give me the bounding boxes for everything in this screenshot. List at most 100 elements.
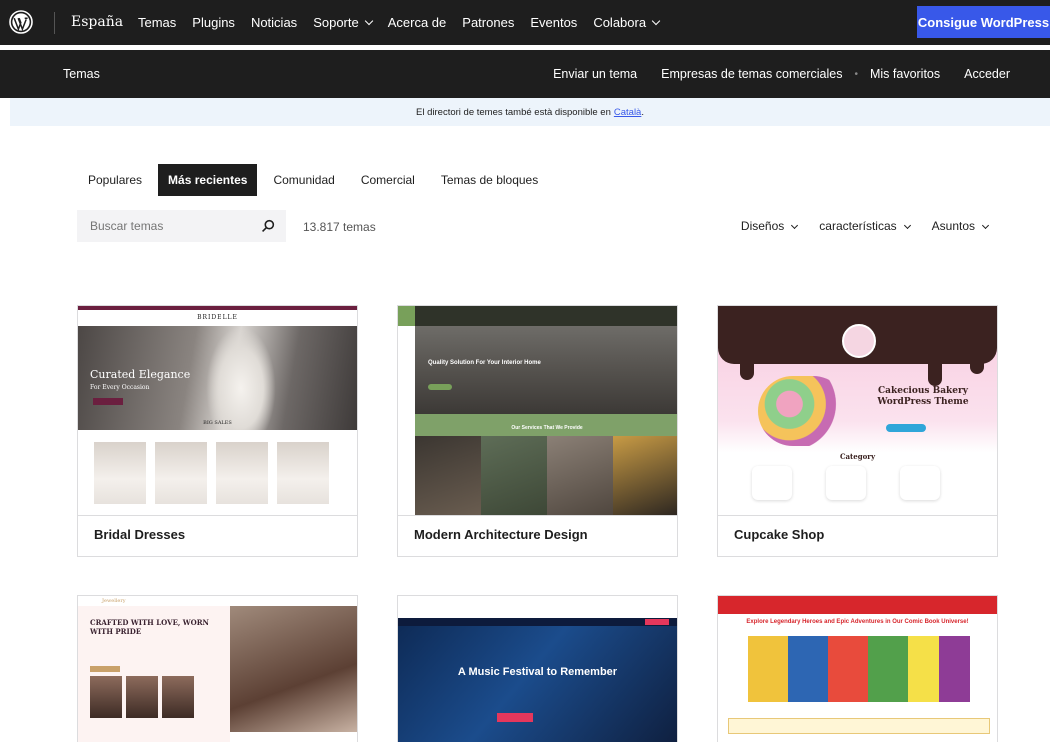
notice-text: El directori de temes també està disponi…: [416, 106, 611, 118]
chevron-down-icon: [981, 221, 990, 230]
tab-comunidad[interactable]: Comunidad: [263, 164, 344, 196]
login-link[interactable]: Acceder: [964, 67, 1010, 81]
theme-screenshot[interactable]: CRAFTED WITH LOVE, WORN WITH PRIDE Jewel…: [78, 596, 357, 742]
locale-notice: El directori de temes també està disponi…: [10, 98, 1050, 126]
local-nav: Temas Enviar un tema Empresas de temas c…: [0, 50, 1050, 98]
filter-asuntos[interactable]: Asuntos: [931, 219, 990, 233]
theme-count: 13.817 temas: [303, 220, 376, 234]
global-nav: Temas Plugins Noticias Soporte Acerca de…: [138, 15, 661, 30]
favorites-link[interactable]: Mis favoritos: [870, 67, 940, 81]
preview-nav: [398, 306, 677, 326]
theme-screenshot[interactable]: A Music Festival to Remember: [398, 596, 677, 742]
catala-link[interactable]: Català: [614, 107, 641, 118]
site-name[interactable]: España: [71, 14, 123, 30]
preview-band: Our Services That We Provide: [415, 414, 677, 436]
preview-section-title: BIG SALES: [203, 420, 232, 426]
filter-dropdowns: Diseños características Asuntos: [740, 219, 990, 233]
nav-item-eventos[interactable]: Eventos: [530, 15, 577, 30]
local-nav-links: Enviar un tema Empresas de temas comerci…: [553, 67, 1010, 81]
preview-drip: [740, 356, 754, 380]
preview-dress-image: [206, 326, 276, 430]
preview-headline: Quality Solution For Your Interior Home: [428, 360, 541, 366]
preview-header: [398, 596, 677, 618]
theme-card-jewellery[interactable]: CRAFTED WITH LOVE, WORN WITH PRIDE Jewel…: [77, 595, 358, 742]
theme-name[interactable]: Modern Architecture Design: [398, 516, 677, 556]
preview-headline: A Music Festival to Remember: [457, 666, 618, 678]
preview-subline: For Every Occasion: [90, 384, 150, 391]
tab-comercial[interactable]: Comercial: [351, 164, 425, 196]
preview-nav: Jewellery: [78, 596, 357, 606]
preview-hero: A Music Festival to Remember: [398, 626, 677, 742]
nav-item-colabora-label: Colabora: [593, 15, 647, 30]
theme-screenshot[interactable]: Explore Legendary Heroes and Epic Advent…: [718, 596, 997, 742]
preview-logo: [842, 324, 876, 358]
nav-item-plugins[interactable]: Plugins: [192, 15, 235, 30]
preview-section-title: Category: [839, 452, 876, 461]
theme-card-cupcake-shop[interactable]: Cakecious Bakery WordPress Theme Categor…: [717, 305, 998, 557]
nav-item-colabora[interactable]: Colabora: [593, 15, 661, 30]
chevron-down-icon: [364, 16, 373, 26]
separator-dot-icon: •: [854, 68, 858, 80]
preview-macarons-image: [758, 376, 848, 446]
theme-card-bridal-dresses[interactable]: BRIDELLE Curated Elegance For Every Occa…: [77, 305, 358, 557]
preview-category-items: [752, 466, 940, 500]
filter-caracteristicas-label: características: [819, 219, 897, 233]
filter-disenos[interactable]: Diseños: [740, 219, 799, 233]
tab-populares[interactable]: Populares: [78, 164, 152, 196]
preview-products: [94, 442, 329, 504]
notice-suffix: .: [641, 106, 644, 118]
local-nav-title[interactable]: Temas: [63, 67, 100, 81]
filter-asuntos-label: Asuntos: [931, 219, 975, 233]
search-icon[interactable]: [261, 219, 275, 233]
theme-screenshot[interactable]: Cakecious Bakery WordPress Theme Categor…: [718, 306, 997, 516]
filter-caracteristicas[interactable]: características: [819, 219, 911, 233]
preview-brand: Jewellery: [102, 598, 126, 604]
preview-brand: BRIDELLE: [78, 310, 357, 326]
preview-model-image: [230, 606, 357, 732]
chevron-down-icon: [651, 16, 661, 26]
preview-headline: Cakecious Bakery WordPress Theme: [877, 386, 969, 407]
preview-hero: Curated Elegance For Every Occasion: [78, 326, 357, 430]
preview-button: [90, 666, 120, 672]
theme-name[interactable]: Cupcake Shop: [718, 516, 997, 556]
preview-drip: [928, 356, 942, 386]
preview-gallery: [415, 436, 677, 515]
get-wordpress-button[interactable]: Consigue WordPress: [917, 6, 1050, 38]
theme-card-music-festival[interactable]: A Music Festival to Remember: [397, 595, 678, 742]
header-divider: [54, 12, 55, 34]
nav-item-temas[interactable]: Temas: [138, 15, 176, 30]
wordpress-logo-icon[interactable]: [9, 10, 33, 34]
preview-hero: Quality Solution For Your Interior Home: [415, 326, 677, 414]
preview-button: [497, 713, 533, 722]
preview-drip: [970, 356, 984, 374]
preview-headline: CRAFTED WITH LOVE, WORN WITH PRIDE: [90, 618, 209, 636]
preview-left-panel: CRAFTED WITH LOVE, WORN WITH PRIDE: [78, 596, 230, 742]
nav-item-acerca[interactable]: Acerca de: [388, 15, 447, 30]
preview-button: [93, 398, 123, 405]
search-box: [77, 210, 286, 242]
submit-theme-link[interactable]: Enviar un tema: [553, 67, 637, 81]
preview-header: [718, 596, 997, 614]
preview-sidebar: [398, 326, 415, 414]
tab-temas-de-bloques[interactable]: Temas de bloques: [431, 164, 548, 196]
tab-mas-recientes[interactable]: Más recientes: [158, 164, 258, 196]
preview-thumbs: [90, 676, 194, 718]
filter-disenos-label: Diseños: [740, 219, 785, 233]
preview-comic-collage: [748, 636, 970, 702]
filter-tabs: Populares Más recientes Comunidad Comerc…: [78, 164, 548, 196]
commercial-companies-link[interactable]: Empresas de temas comerciales: [661, 67, 842, 81]
preview-headline: Curated Elegance: [90, 368, 191, 381]
preview-band: [728, 718, 990, 734]
theme-name[interactable]: Bridal Dresses: [78, 516, 357, 556]
search-input[interactable]: [90, 219, 250, 233]
nav-item-soporte[interactable]: Soporte: [313, 15, 373, 30]
theme-card-modern-architecture[interactable]: Quality Solution For Your Interior Home …: [397, 305, 678, 557]
preview-nav-button: [645, 619, 669, 625]
theme-card-comic-book[interactable]: Explore Legendary Heroes and Epic Advent…: [717, 595, 998, 742]
preview-button: [428, 384, 452, 390]
nav-item-noticias[interactable]: Noticias: [251, 15, 297, 30]
global-header: España Temas Plugins Noticias Soporte Ac…: [0, 0, 1050, 45]
nav-item-patrones[interactable]: Patrones: [462, 15, 514, 30]
theme-screenshot[interactable]: BRIDELLE Curated Elegance For Every Occa…: [78, 306, 357, 516]
theme-screenshot[interactable]: Quality Solution For Your Interior Home …: [398, 306, 677, 516]
